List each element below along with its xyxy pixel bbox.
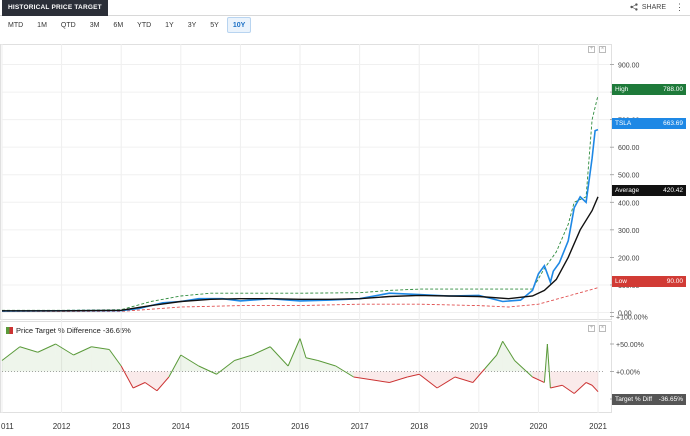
top-bar: HISTORICAL PRICE TARGET SHARE ⋮ (0, 0, 690, 16)
range-button-1y[interactable]: 1Y (159, 17, 180, 33)
x-tick-label: 2017 (351, 422, 369, 431)
share-label: SHARE (641, 3, 666, 11)
y-tick-label: 400.00 (618, 200, 640, 207)
diff-y-tick-label: +100.00% (616, 315, 648, 322)
more-options-icon[interactable]: ⋮ (675, 2, 684, 13)
diff-legend-label: Price Target % Difference -36.65% (16, 326, 131, 335)
close-icon[interactable]: × (599, 325, 606, 332)
range-button-mtd[interactable]: MTD (2, 17, 29, 33)
low-badge: Low 90.00 (612, 276, 686, 287)
range-button-5y[interactable]: 5Y (204, 17, 225, 33)
y-tick-label: 500.00 (618, 173, 640, 180)
range-button-qtd[interactable]: QTD (55, 17, 82, 33)
diff-y-tick-label: +0.00% (616, 370, 640, 377)
high-badge: High 788.00 (612, 84, 686, 95)
close-icon[interactable]: × (599, 46, 606, 53)
x-tick-label: 2020 (530, 422, 548, 431)
tsla-badge: TSLA 663.69 (612, 118, 686, 129)
x-tick-label: 2014 (172, 422, 190, 431)
range-button-6m[interactable]: 6M (107, 17, 129, 33)
x-tick-label: 2018 (410, 422, 428, 431)
page-title: HISTORICAL PRICE TARGET (2, 0, 108, 16)
x-tick-label: 2021 (589, 422, 607, 431)
main-chart-panel (0, 44, 612, 320)
x-tick-label: 011 (1, 422, 14, 431)
y-tick-label: 300.00 (618, 228, 640, 235)
x-tick-label: 2013 (112, 422, 130, 431)
main-chart-controls: + × (588, 46, 606, 53)
y-tick-label: 200.00 (618, 255, 640, 262)
legend-swatch-icon (6, 327, 13, 334)
share-icon (630, 3, 638, 11)
target-diff-badge: Target % Diff -36.65% (612, 394, 686, 405)
average-badge: Average 420.42 (612, 185, 686, 196)
expand-icon[interactable]: + (588, 325, 595, 332)
range-button-1m[interactable]: 1M (31, 17, 53, 33)
diff-legend: Price Target % Difference -36.65% (6, 326, 131, 335)
x-tick-label: 2012 (53, 422, 71, 431)
expand-icon[interactable]: + (588, 46, 595, 53)
range-button-ytd[interactable]: YTD (131, 17, 157, 33)
x-tick-label: 2019 (470, 422, 488, 431)
x-tick-label: 2016 (291, 422, 309, 431)
range-button-10y[interactable]: 10Y (226, 17, 252, 33)
y-tick-label: 600.00 (618, 145, 640, 152)
diff-chart-controls: + × (588, 325, 606, 332)
share-button[interactable]: SHARE (630, 3, 666, 11)
y-tick-label: 0.00 (618, 310, 632, 317)
x-tick-label: 2015 (232, 422, 250, 431)
range-button-3y[interactable]: 3Y (182, 17, 203, 33)
diff-y-tick-label: +50.00% (616, 342, 644, 349)
range-selector: MTD 1M QTD 3M 6M YTD 1Y 3Y 5Y 10Y (0, 17, 252, 35)
range-button-3m[interactable]: 3M (84, 17, 106, 33)
y-tick-label: 900.00 (618, 63, 640, 70)
